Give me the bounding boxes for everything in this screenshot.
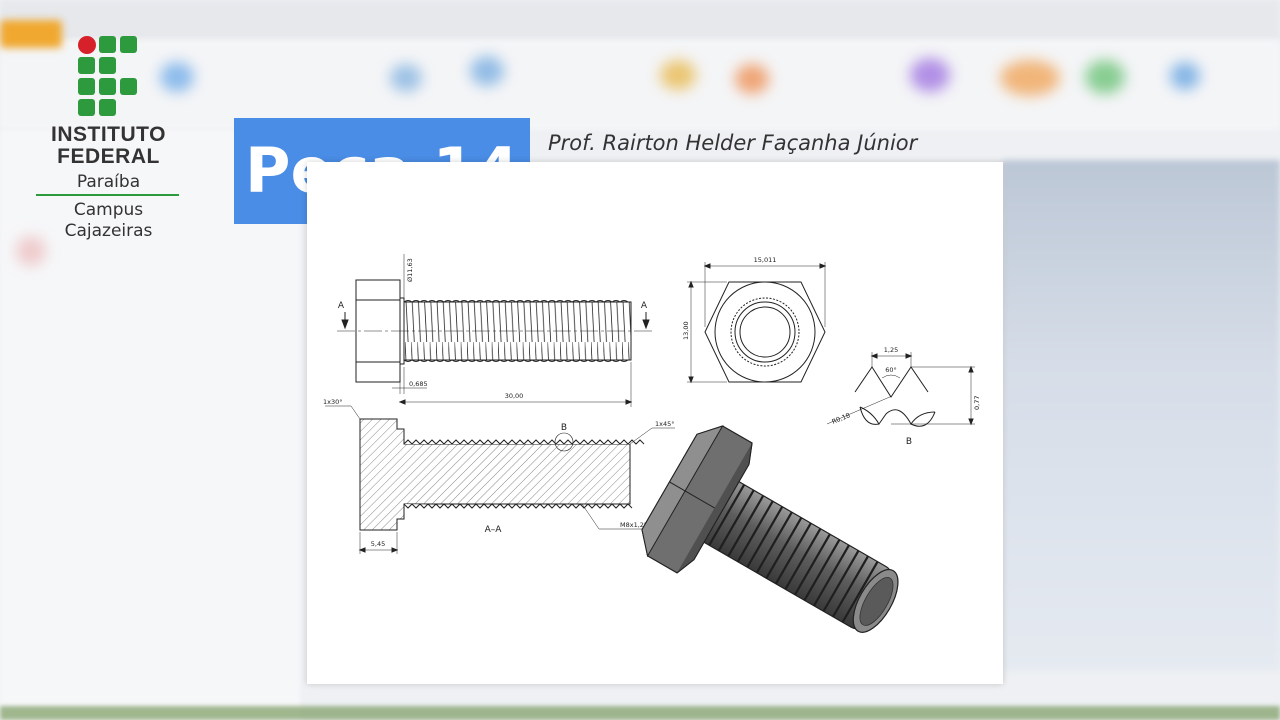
dim-height: 13,00 (682, 321, 690, 340)
end-view (687, 262, 827, 384)
background-viewport (1003, 160, 1280, 670)
technical-drawing: A A Ø11,63 0,685 30,00 15,011 13,00 1,25… (323, 254, 981, 633)
dim-length: 30,00 (505, 392, 524, 400)
hex-bolt-3d-icon (641, 425, 899, 633)
detail-pitch: 1,25 (884, 346, 898, 354)
chamfer-head: 1x30° (323, 398, 343, 406)
head-length: 5,45 (371, 540, 385, 548)
background-app-button (0, 20, 62, 48)
logo-line-2: FEDERAL (57, 145, 160, 168)
dim-small: 0,685 (409, 380, 428, 388)
logo-state: Paraíba (76, 172, 141, 192)
logo-line-1: INSTITUTO (51, 123, 166, 146)
dim-diameter: Ø11,63 (406, 258, 414, 282)
section-mark-a-right: A (641, 301, 648, 311)
logo-divider (36, 194, 179, 196)
dim-width: 15,011 (754, 256, 777, 264)
chamfer-tip: 1x45° (655, 420, 675, 428)
drawing-sheet: A A Ø11,63 0,685 30,00 15,011 13,00 1,25… (307, 162, 1003, 684)
logo-grid-icon (78, 36, 138, 116)
section-mark-a-left: A (338, 301, 345, 311)
front-view (337, 254, 652, 407)
background-title-bar (0, 0, 1280, 40)
logo-institution-name: INSTITUTO FEDERAL (36, 124, 181, 168)
section-label: A–A (485, 525, 503, 535)
detail-b-label: B (906, 437, 912, 447)
logo-campus-line-2: Cajazeiras (64, 221, 153, 241)
background-status-bar (0, 706, 1280, 720)
detail-callout-b: B (561, 423, 567, 433)
logo-campus-line-1: Campus (73, 200, 144, 220)
logo-campus: Campus Cajazeiras (36, 200, 181, 242)
detail-radius: R0,18 (831, 411, 852, 426)
detail-depth: 0,77 (973, 396, 981, 410)
author-name: Prof. Rairton Helder Façanha Júnior (548, 131, 918, 155)
detail-angle: 60° (885, 366, 897, 374)
